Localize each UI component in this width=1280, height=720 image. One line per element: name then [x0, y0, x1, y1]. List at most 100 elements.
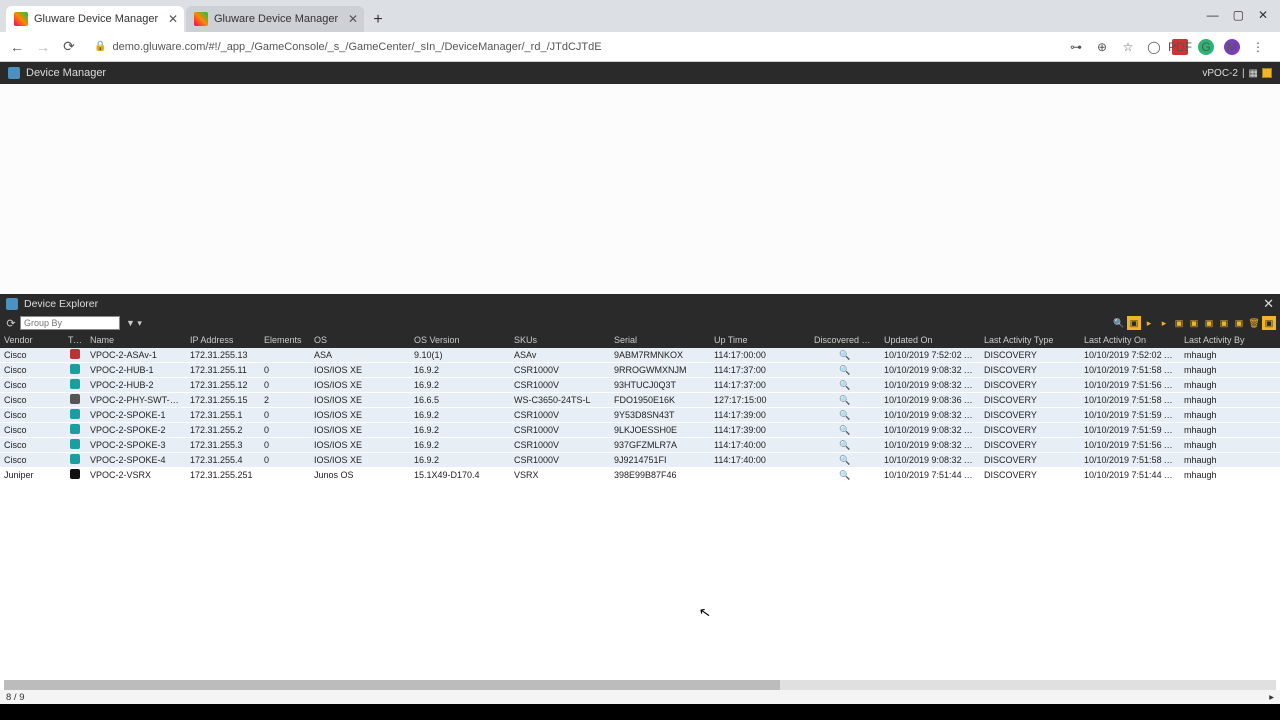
cell-activity-type: DISCOVERY — [980, 365, 1080, 375]
table-body: CiscoVPOC-2-ASAv-1172.31.255.13ASA9.10(1… — [0, 348, 1280, 483]
col-activity-by[interactable]: Last Activity By — [1180, 335, 1260, 345]
toolbar-btn-5[interactable]: ▣ — [1187, 316, 1201, 330]
cell-osver: 16.9.2 — [410, 440, 510, 450]
cell-name: VPOC-2-HUB-1 — [86, 365, 186, 375]
grid-icon[interactable]: ▦ — [1249, 68, 1258, 79]
cell-updated: 10/10/2019 9:08:32 AM — [880, 380, 980, 390]
toolbar-btn-4[interactable]: ▣ — [1172, 316, 1186, 330]
table-row[interactable]: CiscoVPOC-2-SPOKE-4172.31.255.40IOS/IOS … — [0, 453, 1280, 468]
cell-activity-by: mhaugh — [1180, 455, 1260, 465]
menu-icon[interactable]: ⋮ — [1250, 39, 1266, 55]
cell-serial: 9J9214751FI — [610, 455, 710, 465]
cell-elements: 2 — [260, 395, 310, 405]
pdf-extension-icon[interactable]: PDF — [1172, 39, 1188, 55]
col-elements[interactable]: Elements — [260, 335, 310, 345]
table-row[interactable]: CiscoVPOC-2-SPOKE-2172.31.255.20IOS/IOS … — [0, 423, 1280, 438]
window-close-button[interactable]: ✕ — [1258, 8, 1268, 22]
tab-title: Gluware Device Manager — [214, 13, 338, 25]
search-tool-icon[interactable]: 🔍 — [1112, 316, 1126, 330]
cell-discovered: 🔍 — [810, 455, 880, 466]
app-header: Device Manager vPOC-2 | ▦ — [0, 62, 1280, 84]
cell-os: ASA — [310, 350, 410, 360]
cell-osver: 16.9.2 — [410, 455, 510, 465]
extension-icon[interactable]: G — [1198, 39, 1214, 55]
cell-osver: 15.1X49-D170.4 — [410, 470, 510, 480]
reload-button[interactable]: ⟳ — [60, 38, 78, 56]
toolbar-btn-6[interactable]: ▣ — [1202, 316, 1216, 330]
toolbar-btn-8[interactable]: ▣ — [1232, 316, 1246, 330]
cell-ip: 172.31.255.12 — [186, 380, 260, 390]
col-activity-on[interactable]: Last Activity On — [1080, 335, 1180, 345]
filter-toggle[interactable]: ▼ ▾ — [122, 318, 146, 329]
toolbar-btn-1[interactable]: ▣ — [1127, 316, 1141, 330]
delete-icon[interactable]: 🗑 — [1247, 316, 1261, 330]
col-sku[interactable]: SKUs — [510, 335, 610, 345]
tab-close-icon[interactable]: ✕ — [168, 12, 178, 26]
table-row[interactable]: CiscoVPOC-2-SPOKE-1172.31.255.10IOS/IOS … — [0, 408, 1280, 423]
cell-activity-by: mhaugh — [1180, 440, 1260, 450]
zoom-icon[interactable]: ⊕ — [1094, 39, 1110, 55]
col-type[interactable]: Type — [64, 335, 86, 345]
key-icon[interactable]: ⊶ — [1068, 39, 1084, 55]
col-osver[interactable]: OS Version — [410, 335, 510, 345]
favicon-icon — [194, 12, 208, 26]
status-arrow-icon[interactable]: ▸ — [1269, 692, 1274, 703]
browser-tab-active[interactable]: Gluware Device Manager ✕ — [6, 6, 184, 32]
letterbox-bottom — [0, 704, 1280, 720]
context-label[interactable]: vPOC-2 — [1202, 68, 1238, 79]
col-discovered[interactable]: Discovered Status — [810, 335, 880, 345]
horizontal-scrollbar[interactable] — [4, 680, 1276, 690]
minimize-button[interactable]: — — [1207, 8, 1219, 22]
cell-osver: 16.9.2 — [410, 380, 510, 390]
table-row[interactable]: JuniperVPOC-2-VSRX172.31.255.251Junos OS… — [0, 468, 1280, 483]
group-by-input[interactable] — [20, 316, 120, 330]
magnifier-icon[interactable]: 🔍 — [839, 365, 850, 375]
refresh-button[interactable]: ⟳ — [4, 316, 18, 330]
cell-sku: VSRX — [510, 470, 610, 480]
table-row[interactable]: CiscoVPOC-2-SPOKE-3172.31.255.30IOS/IOS … — [0, 438, 1280, 453]
magnifier-icon[interactable]: 🔍 — [839, 395, 850, 405]
maximize-button[interactable]: ▢ — [1233, 8, 1244, 22]
toolbar-btn-2[interactable]: ▸ — [1142, 316, 1156, 330]
toolbar-btn-7[interactable]: ▣ — [1217, 316, 1231, 330]
table-row[interactable]: CiscoVPOC-2-HUB-1172.31.255.110IOS/IOS X… — [0, 363, 1280, 378]
col-uptime[interactable]: Up Time — [710, 335, 810, 345]
panel-toggle-icon[interactable] — [1262, 68, 1272, 78]
scrollbar-thumb[interactable] — [4, 680, 780, 690]
circle-icon[interactable]: ◯ — [1146, 39, 1162, 55]
toolbar-btn-3[interactable]: ▸ — [1157, 316, 1171, 330]
col-updated[interactable]: Updated On — [880, 335, 980, 345]
col-os[interactable]: OS — [310, 335, 410, 345]
col-vendor[interactable]: Vendor — [0, 335, 64, 345]
toolbar-btn-highlight[interactable]: ▣ — [1262, 316, 1276, 330]
col-ip[interactable]: IP Address — [186, 335, 260, 345]
forward-button[interactable]: → — [34, 38, 52, 56]
profile-avatar[interactable]: M — [1224, 39, 1240, 55]
tab-close-icon[interactable]: ✕ — [348, 12, 358, 26]
panel-close-button[interactable]: ✕ — [1263, 296, 1274, 312]
col-serial[interactable]: Serial — [610, 335, 710, 345]
col-name[interactable]: Name — [86, 335, 186, 345]
cell-name: VPOC-2-ASAv-1 — [86, 350, 186, 360]
cell-name: VPOC-2-SPOKE-3 — [86, 440, 186, 450]
new-tab-button[interactable]: + — [366, 8, 390, 32]
table-row[interactable]: CiscoVPOC-2-ASAv-1172.31.255.13ASA9.10(1… — [0, 348, 1280, 363]
magnifier-icon[interactable]: 🔍 — [839, 425, 850, 435]
magnifier-icon[interactable]: 🔍 — [839, 440, 850, 450]
table-row[interactable]: CiscoVPOC-2-HUB-2172.31.255.120IOS/IOS X… — [0, 378, 1280, 393]
browser-tab-inactive[interactable]: Gluware Device Manager ✕ — [186, 6, 364, 32]
cell-elements: 0 — [260, 455, 310, 465]
magnifier-icon[interactable]: 🔍 — [839, 410, 850, 420]
back-button[interactable]: ← — [8, 38, 26, 56]
col-activity-type[interactable]: Last Activity Type — [980, 335, 1080, 345]
magnifier-icon[interactable]: 🔍 — [839, 380, 850, 390]
cell-elements: 0 — [260, 410, 310, 420]
address-bar[interactable]: 🔒 demo.gluware.com/#!/_app_/GameConsole/… — [86, 41, 1060, 53]
window-controls: — ▢ ✕ — [1207, 8, 1280, 22]
magnifier-icon[interactable]: 🔍 — [839, 470, 850, 480]
magnifier-icon[interactable]: 🔍 — [839, 455, 850, 465]
magnifier-icon[interactable]: 🔍 — [839, 350, 850, 360]
panel-icon — [6, 298, 18, 310]
star-icon[interactable]: ☆ — [1120, 39, 1136, 55]
table-row[interactable]: CiscoVPOC-2-PHY-SWT-STACK172.31.255.152I… — [0, 393, 1280, 408]
